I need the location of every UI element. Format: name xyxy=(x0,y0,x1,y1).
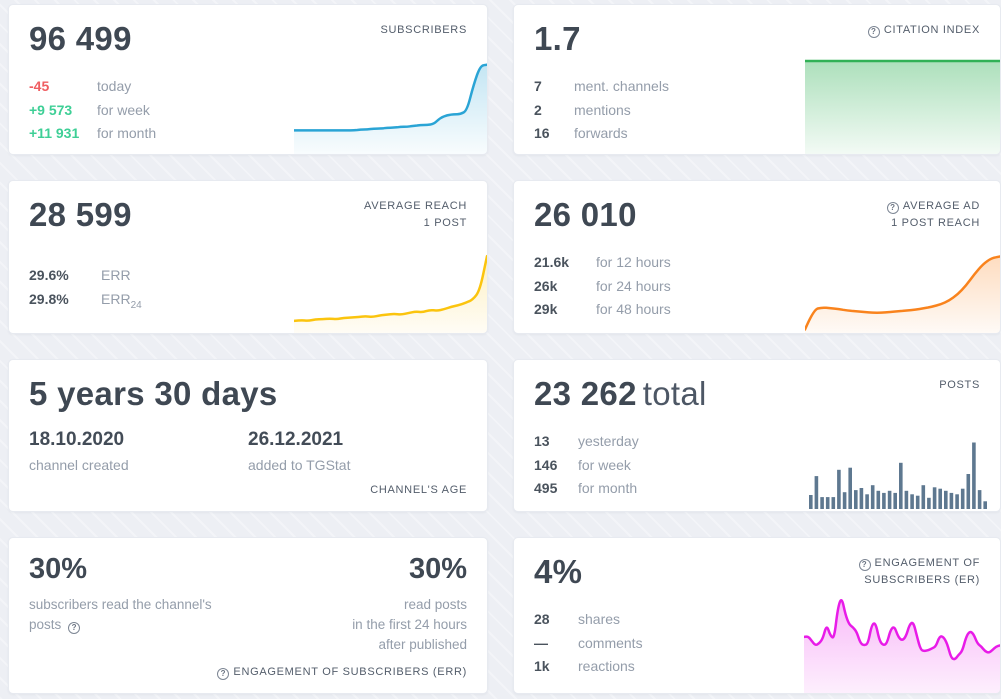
stat-row: -45 today xyxy=(29,75,467,99)
stat-row: 13 yesterday xyxy=(534,430,980,454)
stat-label: reactions xyxy=(578,655,635,679)
posts-card-title: POSTS xyxy=(939,377,980,394)
engagement-err-card: 30% subscribers read the channel's posts… xyxy=(8,537,488,694)
reach-stats: 29.6% ERR 29.8% ERR24 xyxy=(29,264,467,317)
channel-created-date: 18.10.2020 xyxy=(29,429,248,451)
reach-12h-value: 21.6k xyxy=(534,251,596,275)
stat-row: 2 mentions xyxy=(534,99,980,123)
subscribers-card: 96 499 SUBSCRIBERS -45 today +9 573 for … xyxy=(8,4,488,155)
help-icon[interactable] xyxy=(868,26,880,38)
citation-stats: 7 ment. channels 2 mentions 16 forwards xyxy=(534,75,980,146)
stat-row: 146 for week xyxy=(534,454,980,478)
posts-week: 146 xyxy=(534,454,578,478)
stats-dashboard: 96 499 SUBSCRIBERS -45 today +9 573 for … xyxy=(0,0,1001,699)
shares-count: 28 xyxy=(534,608,578,632)
mentions-count: 2 xyxy=(534,99,574,123)
err-value: 29.6% xyxy=(29,264,101,288)
subscribers-stats: -45 today +9 573 for week +11 931 for mo… xyxy=(29,75,467,146)
ad-reach-stats: 21.6k for 12 hours 26k for 24 hours 29k … xyxy=(534,251,980,322)
stat-label: for 12 hours xyxy=(596,251,671,275)
stat-label: forwards xyxy=(574,122,628,146)
added-to-tgstat-label: added to TGStat xyxy=(248,457,467,473)
channel-dates: 18.10.2020 channel created 26.12.2021 ad… xyxy=(29,429,467,473)
channel-age-value: 5 years 30 days xyxy=(29,375,467,412)
stat-label: for month xyxy=(97,122,156,146)
stat-label: today xyxy=(97,75,131,99)
err-24h-description: read posts in the first 24 hours after p… xyxy=(352,595,467,655)
stat-row: +9 573 for week xyxy=(29,99,467,123)
subscribers-card-title: SUBSCRIBERS xyxy=(380,22,467,39)
stat-row: 16 forwards xyxy=(534,122,980,146)
average-ad-reach-card: 26 010 AVERAGE AD 1 POST REACH 21.6k for… xyxy=(513,180,1001,334)
reactions-count: 1k xyxy=(534,655,578,679)
stat-row: 26k for 24 hours xyxy=(534,275,980,299)
stat-row: 7 ment. channels xyxy=(534,75,980,99)
stat-label: ment. channels xyxy=(574,75,669,99)
channel-created-block: 18.10.2020 channel created xyxy=(29,429,248,473)
citation-card-title: CITATION INDEX xyxy=(868,22,980,39)
err-24h-percent: 30% xyxy=(352,553,467,586)
stat-row: 29.8% ERR24 xyxy=(29,288,467,317)
posts-total: 23 262total xyxy=(534,375,980,412)
posts-card: 23 262total POSTS 13 yesterday 146 for w… xyxy=(513,359,1001,512)
stat-label: ERR xyxy=(101,264,131,288)
help-icon[interactable] xyxy=(68,622,80,634)
comments-count: — xyxy=(534,632,578,656)
added-to-tgstat-block: 26.12.2021 added to TGStat xyxy=(248,429,467,473)
stat-row: +11 931 for month xyxy=(29,122,467,146)
err-read-description: subscribers read the channel's posts xyxy=(29,595,234,635)
stat-label: mentions xyxy=(574,99,631,123)
help-icon[interactable] xyxy=(217,668,229,680)
engagement-err-card-title: ENGAGEMENT OF SUBSCRIBERS (ERR) xyxy=(217,665,467,680)
subscribers-month-delta: +11 931 xyxy=(29,122,97,146)
stat-row: 495 for month xyxy=(534,477,980,501)
stat-row: 29.6% ERR xyxy=(29,264,467,288)
posts-stats: 13 yesterday 146 for week 495 for month xyxy=(534,430,980,501)
stat-label: comments xyxy=(578,632,643,656)
subscribers-week-delta: +9 573 xyxy=(29,99,97,123)
engagement-er-card-title: ENGAGEMENT OF SUBSCRIBERS (ER) xyxy=(859,555,980,589)
citation-index-card: 1.7 CITATION INDEX 7 ment. channels 2 me… xyxy=(513,4,1001,155)
channel-age-card: 5 years 30 days 18.10.2020 channel creat… xyxy=(8,359,488,512)
stat-row: — comments xyxy=(534,632,980,656)
help-icon[interactable] xyxy=(887,202,899,214)
stat-label: for 24 hours xyxy=(596,275,671,299)
reach-48h-value: 29k xyxy=(534,298,596,322)
stat-row: 29k for 48 hours xyxy=(534,298,980,322)
er-stats: 28 shares — comments 1k reactions xyxy=(534,608,980,679)
stat-row: 1k reactions xyxy=(534,655,980,679)
posts-total-suffix: total xyxy=(643,375,707,412)
help-icon[interactable] xyxy=(859,559,871,571)
stat-label: yesterday xyxy=(578,430,639,454)
posts-month: 495 xyxy=(534,477,578,501)
posts-yesterday: 13 xyxy=(534,430,578,454)
stat-row: 21.6k for 12 hours xyxy=(534,251,980,275)
stat-label: ERR24 xyxy=(101,288,142,317)
stat-label: for week xyxy=(578,454,631,478)
err-left-block: 30% subscribers read the channel's posts xyxy=(29,553,234,655)
subscribers-today-delta: -45 xyxy=(29,75,97,99)
err-grid: 30% subscribers read the channel's posts… xyxy=(29,553,467,655)
stat-label: for month xyxy=(578,477,637,501)
stat-label: shares xyxy=(578,608,620,632)
err24-value: 29.8% xyxy=(29,288,101,317)
channel-created-label: channel created xyxy=(29,457,248,473)
err-right-block: 30% read posts in the first 24 hours aft… xyxy=(352,553,467,655)
average-reach-card-title: AVERAGE REACH 1 POST xyxy=(364,198,467,232)
reach-24h-value: 26k xyxy=(534,275,596,299)
stat-label: for week xyxy=(97,99,150,123)
average-ad-reach-card-title: AVERAGE AD 1 POST REACH xyxy=(887,198,980,232)
engagement-er-card: 4% ENGAGEMENT OF SUBSCRIBERS (ER) 28 sha… xyxy=(513,537,1001,694)
stat-row: 28 shares xyxy=(534,608,980,632)
average-reach-card: 28 599 AVERAGE REACH 1 POST 29.6% ERR 29… xyxy=(8,180,488,334)
forwards-count: 16 xyxy=(534,122,574,146)
stat-label: for 48 hours xyxy=(596,298,671,322)
added-to-tgstat-date: 26.12.2021 xyxy=(248,429,467,451)
channel-age-card-title: CHANNEL'S AGE xyxy=(370,483,467,498)
ment-channels-count: 7 xyxy=(534,75,574,99)
err-read-percent: 30% xyxy=(29,553,234,586)
